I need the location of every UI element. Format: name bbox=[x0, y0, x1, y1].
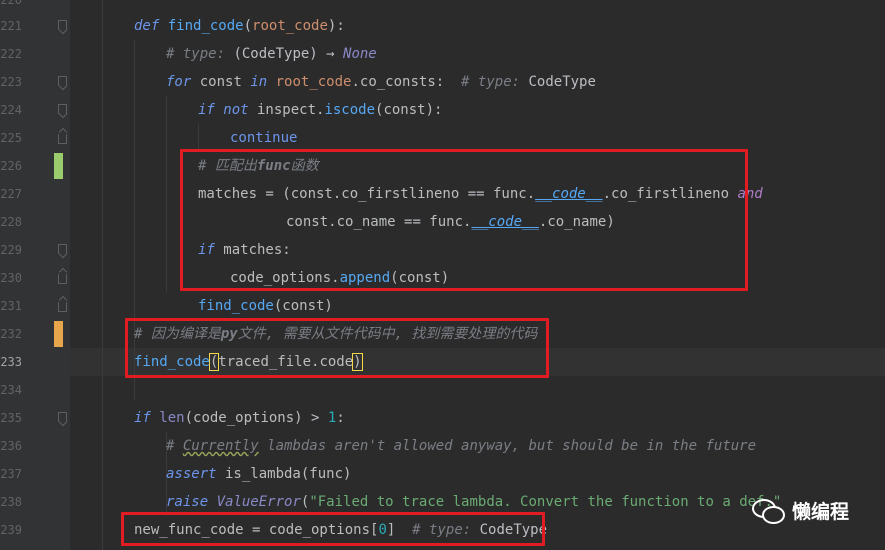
keyword: for bbox=[166, 74, 192, 90]
code-line-221[interactable]: def find_code(root_code): bbox=[134, 12, 345, 40]
line-number: 237 bbox=[0, 467, 22, 481]
line-number: 235 bbox=[0, 411, 22, 425]
type-hint: CodeType bbox=[528, 74, 596, 90]
line-number: 239 bbox=[0, 523, 22, 537]
comment-typo: Currently bbox=[182, 438, 259, 454]
line-number: 222 bbox=[0, 47, 22, 61]
comment: # bbox=[166, 438, 183, 454]
fold-marker-icon[interactable] bbox=[58, 104, 67, 114]
fold-marker-icon[interactable] bbox=[58, 20, 67, 30]
line-number: 231 bbox=[0, 299, 22, 313]
type-comment: # type: bbox=[461, 74, 529, 90]
code-text: (code_options) bbox=[184, 410, 312, 426]
line-number: 221 bbox=[0, 19, 22, 33]
line-number: 223 bbox=[0, 75, 22, 89]
keyword: raise bbox=[166, 494, 209, 510]
code-text: inspect. bbox=[248, 102, 325, 118]
code-line-237[interactable]: assert is_lambda(func) bbox=[166, 460, 351, 488]
code-text: (const) bbox=[273, 298, 333, 314]
parameter: root_code bbox=[267, 74, 352, 90]
indent-guide bbox=[198, 124, 199, 152]
keyword: assert bbox=[166, 466, 217, 482]
highlight-box-new-func-code bbox=[121, 512, 545, 546]
wechat-icon bbox=[752, 497, 785, 524]
builtin-function: len bbox=[159, 410, 185, 426]
type-hint: (CodeType) bbox=[233, 46, 327, 62]
code-line-236[interactable]: # Currently lambdas aren't allowed anywa… bbox=[166, 432, 756, 460]
fold-marker-icon[interactable] bbox=[58, 244, 67, 254]
code-line-222[interactable]: # type: (CodeType) → None bbox=[166, 40, 377, 68]
change-marker-added[interactable] bbox=[54, 153, 63, 179]
code-line-224[interactable]: if not inspect.iscode(const): bbox=[198, 96, 442, 124]
code-text: : bbox=[336, 410, 345, 426]
keyword: def bbox=[134, 18, 160, 34]
line-number: 234 bbox=[0, 383, 22, 397]
comment: aren't allowed anyway, but should be in … bbox=[326, 438, 757, 454]
function-name: find_code bbox=[167, 18, 244, 34]
line-number: 228 bbox=[0, 215, 22, 229]
line-number: 229 bbox=[0, 243, 22, 257]
indent-guide bbox=[166, 96, 167, 292]
fold-marker-icon[interactable] bbox=[58, 412, 67, 422]
fold-end-icon[interactable] bbox=[58, 302, 67, 312]
comment bbox=[259, 438, 267, 454]
function-name: iscode bbox=[324, 102, 376, 118]
fold-end-icon[interactable] bbox=[58, 274, 67, 284]
line-number: 238 bbox=[0, 495, 22, 509]
exception-class: ValueError bbox=[216, 494, 301, 510]
line-number: 225 bbox=[0, 131, 22, 145]
fold-marker-icon[interactable] bbox=[58, 76, 67, 86]
code-line-235[interactable]: if len(code_options) > 1: bbox=[134, 404, 345, 432]
fold-end-icon[interactable] bbox=[58, 134, 67, 144]
line-number: 226 bbox=[0, 159, 22, 173]
line-number: 236 bbox=[0, 439, 22, 453]
code-text: .co_consts: bbox=[351, 74, 462, 90]
indent-guide bbox=[102, 0, 103, 550]
code-text: is_lambda(func) bbox=[216, 466, 352, 482]
string-literal: "Failed to trace lambda. Convert the fun… bbox=[309, 494, 782, 510]
arrow: → bbox=[326, 46, 344, 62]
line-number-current: 233 bbox=[0, 355, 22, 369]
highlight-box-find-code-call bbox=[125, 318, 549, 378]
code-editor[interactable]: 220 221 222 223 224 225 226 227 228 229 … bbox=[0, 0, 885, 550]
line-number: 224 bbox=[0, 103, 22, 117]
highlight-box-match-block bbox=[180, 149, 748, 291]
change-marker-modified[interactable] bbox=[54, 321, 63, 347]
keyword: in bbox=[250, 74, 268, 90]
punctuation: ): bbox=[327, 18, 345, 34]
parameter: root_code bbox=[252, 18, 328, 34]
code-line-225[interactable]: continue bbox=[230, 124, 297, 152]
none-constant: None bbox=[343, 46, 377, 62]
line-number: 232 bbox=[0, 327, 22, 341]
code-line-223[interactable]: for const in root_code.co_consts: # type… bbox=[166, 68, 596, 96]
watermark-text: 懒编程 bbox=[792, 500, 850, 523]
line-number: 227 bbox=[0, 187, 22, 201]
code-text: const bbox=[191, 74, 251, 90]
code-text: (const): bbox=[375, 102, 443, 118]
watermark: 懒编程 bbox=[752, 494, 849, 526]
keyword: if bbox=[198, 102, 215, 118]
keyword: if bbox=[134, 410, 151, 426]
line-number-gutter[interactable]: 220 221 222 223 224 225 226 227 228 229 … bbox=[0, 0, 70, 550]
comment: lambdas bbox=[267, 438, 327, 454]
keyword: continue bbox=[230, 130, 298, 146]
code-line-231[interactable]: find_code(const) bbox=[198, 292, 333, 320]
function-name: find_code bbox=[198, 298, 274, 314]
punctuation: ( bbox=[243, 18, 253, 34]
keyword: not bbox=[214, 102, 249, 118]
line-number: 230 bbox=[0, 271, 22, 285]
type-comment: # type: bbox=[166, 46, 234, 62]
